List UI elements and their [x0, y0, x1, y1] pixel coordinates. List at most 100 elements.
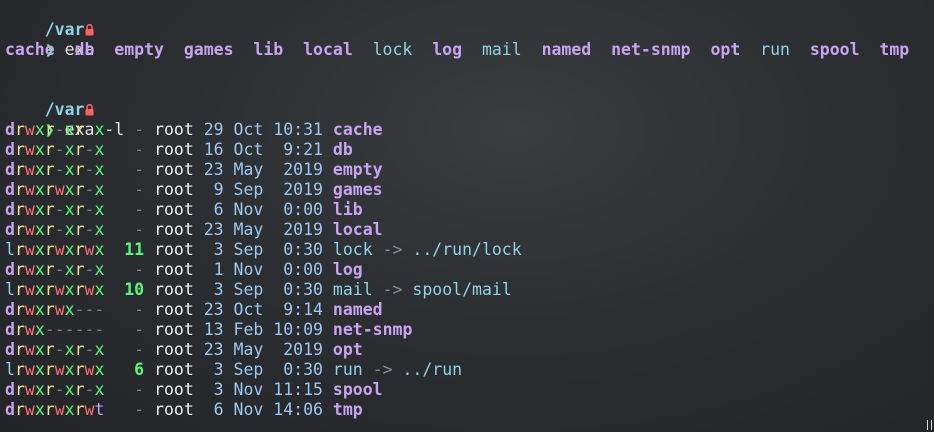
entry-name[interactable]: lock	[333, 240, 373, 259]
entry-name[interactable]: tmp	[879, 40, 909, 59]
permissions: drwxr-xr-x	[5, 340, 105, 359]
size-cell: -	[114, 400, 145, 419]
user-cell: root	[154, 180, 194, 199]
command-line[interactable]: ❯ exa -l	[5, 100, 934, 139]
entry-name[interactable]: mail	[482, 40, 522, 59]
size-cell: -	[114, 220, 145, 239]
entry-name[interactable]: opt	[333, 340, 363, 359]
table-row[interactable]: drwxr-xr-x - root 1 Nov 0:00 log	[5, 260, 934, 280]
entry-name[interactable]: games	[333, 180, 383, 199]
text-cursor-icon	[927, 420, 932, 430]
table-row[interactable]: drwxr-xr-x - root 6 Nov 0:00 lib	[5, 200, 934, 220]
permissions: drwxr-xr-x	[5, 220, 105, 239]
current-directory: /var	[44, 100, 85, 119]
size-cell: -	[114, 180, 145, 199]
table-row[interactable]: drwxrwxrwt - root 6 Nov 14:06 tmp	[5, 400, 934, 420]
user-cell: root	[154, 300, 194, 319]
symlink-arrow-icon: ->	[382, 280, 403, 299]
entry-name[interactable]: log	[333, 260, 363, 279]
table-row[interactable]: drwxr-xr-x - root 23 May 2019 empty	[5, 160, 934, 180]
table-row[interactable]: drwxr-xr-x - root 29 Oct 10:31 cache	[5, 120, 934, 140]
table-row[interactable]: drwxrwxr-x - root 9 Sep 2019 games	[5, 180, 934, 200]
entry-name[interactable]: run	[760, 40, 790, 59]
user-cell: root	[154, 120, 194, 139]
size-cell: 11	[114, 240, 145, 259]
command-line[interactable]: ❯ exa	[5, 20, 934, 59]
size-cell: 6	[114, 360, 145, 379]
entry-name[interactable]: lib	[333, 200, 363, 219]
entry-name[interactable]: net-snmp	[333, 320, 412, 339]
table-row[interactable]: drwxr-xr-x - root 16 Oct 9:21 db	[5, 140, 934, 160]
table-row[interactable]: drwx------ - root 13 Feb 10:09 net-snmp	[5, 320, 934, 340]
date-cell: 23 May 2019	[203, 340, 323, 359]
entry-name[interactable]: tmp	[333, 400, 363, 419]
symlink-target[interactable]: ../run/lock	[412, 240, 521, 259]
table-row[interactable]: lrwxrwxrwx 11 root 3 Sep 0:30 lock -> ..…	[5, 240, 934, 260]
size-cell: -	[114, 260, 145, 279]
entry-name[interactable]: local	[303, 40, 353, 59]
permissions: lrwxrwxrwx	[5, 240, 105, 259]
user-cell: root	[154, 260, 194, 279]
entry-name[interactable]: named	[542, 40, 592, 59]
date-cell: 1 Nov 0:00	[203, 260, 323, 279]
table-row[interactable]: drwxr-xr-x - root 23 May 2019 opt	[5, 340, 934, 360]
size-cell: -	[114, 160, 145, 179]
date-cell: 9 Sep 2019	[203, 180, 323, 199]
user-cell: root	[154, 160, 194, 179]
current-directory: /var	[44, 20, 85, 39]
entry-name[interactable]: db	[333, 140, 353, 159]
date-cell: 6 Nov 14:06	[203, 400, 323, 419]
date-cell: 3 Sep 0:30	[203, 240, 323, 259]
terminal-window[interactable]: /var ❯ exa cache db empty games lib loca…	[5, 0, 934, 420]
table-row[interactable]: drwxr-xr-x - root 3 Nov 11:15 spool	[5, 380, 934, 400]
symlink-target[interactable]: ../run	[402, 360, 462, 379]
table-row[interactable]: drwxrwx--- - root 23 Oct 9:14 named	[5, 300, 934, 320]
entry-name[interactable]: local	[333, 220, 383, 239]
symlink-arrow-icon: ->	[382, 240, 403, 259]
entry-name[interactable]: net-snmp	[611, 40, 690, 59]
date-cell: 23 Oct 9:14	[203, 300, 323, 319]
user-cell: root	[154, 380, 194, 399]
user-cell: root	[154, 140, 194, 159]
permissions: drwxr-xr-x	[5, 260, 105, 279]
user-cell: root	[154, 340, 194, 359]
size-cell: -	[114, 300, 145, 319]
entry-name[interactable]: cache	[5, 40, 55, 59]
size-cell: -	[114, 320, 145, 339]
date-cell: 13 Feb 10:09	[203, 320, 323, 339]
entry-name[interactable]: mail	[333, 280, 373, 299]
user-cell: root	[154, 400, 194, 419]
entry-name[interactable]: run	[333, 360, 363, 379]
entry-name[interactable]: lib	[253, 40, 283, 59]
permissions: drwxrwx---	[5, 300, 105, 319]
entry-name[interactable]: empty	[114, 40, 164, 59]
symlink-target[interactable]: spool/mail	[412, 280, 511, 299]
table-row[interactable]: lrwxrwxrwx 10 root 3 Sep 0:30 mail -> sp…	[5, 280, 934, 300]
table-row[interactable]: lrwxrwxrwx 6 root 3 Sep 0:30 run -> ../r…	[5, 360, 934, 380]
entry-name[interactable]: spool	[333, 380, 383, 399]
size-cell: -	[114, 120, 145, 139]
date-cell: 6 Nov 0:00	[203, 200, 323, 219]
size-cell: -	[114, 340, 145, 359]
entry-name[interactable]: empty	[333, 160, 383, 179]
entry-name[interactable]: named	[333, 300, 383, 319]
entry-name[interactable]: lock	[373, 40, 413, 59]
entry-name[interactable]: spool	[810, 40, 860, 59]
permissions: drwxr-xr-x	[5, 200, 105, 219]
entry-name[interactable]: log	[432, 40, 462, 59]
table-row[interactable]: drwxr-xr-x - root 23 May 2019 local	[5, 220, 934, 240]
permissions: drwxr-xr-x	[5, 120, 105, 139]
lock-icon	[85, 100, 94, 119]
permissions: lrwxrwxrwx	[5, 360, 105, 379]
permissions: drwxr-xr-x	[5, 160, 105, 179]
user-cell: root	[154, 220, 194, 239]
entry-name[interactable]: cache	[333, 120, 383, 139]
size-cell: -	[114, 140, 145, 159]
user-cell: root	[154, 320, 194, 339]
entry-name[interactable]: games	[184, 40, 234, 59]
entry-name[interactable]: opt	[710, 40, 740, 59]
prompt-path-line: /var	[5, 0, 934, 39]
entry-name[interactable]: db	[75, 40, 95, 59]
grid-listing: cache db empty games lib local lock log …	[5, 40, 934, 60]
user-cell: root	[154, 280, 194, 299]
